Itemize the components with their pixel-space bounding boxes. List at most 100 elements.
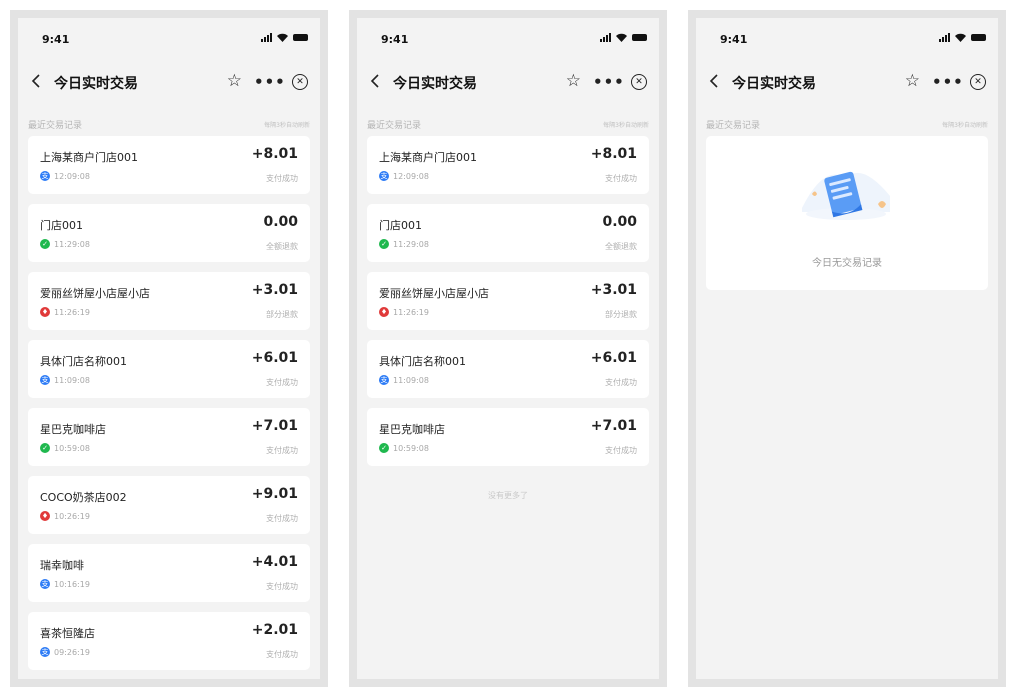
transaction-amount: +9.01 <box>251 486 298 502</box>
transaction-card[interactable]: 星巴克咖啡店 +7.01 ✓ 10:59:08 支付成功 <box>28 408 310 466</box>
transaction-status: 部分退款 <box>605 310 637 319</box>
close-icon[interactable]: ✕ <box>292 74 308 90</box>
merchant-name: 上海某商户门店001 <box>379 151 477 164</box>
transaction-amount: +3.01 <box>251 282 298 298</box>
transaction-amount: +6.01 <box>251 350 298 366</box>
transaction-time: 10:59:08 <box>54 443 90 453</box>
merchant-name: COCO奶茶店002 <box>40 491 127 504</box>
back-icon[interactable] <box>28 72 46 90</box>
transaction-status: 支付成功 <box>266 446 298 455</box>
empty-state-card: 今日无交易记录 <box>706 136 988 290</box>
transaction-card[interactable]: 爱丽丝饼屋小店屋小店 +3.01 ♦ 11:26:19 部分退款 <box>28 272 310 330</box>
alipay-icon: 支 <box>40 171 50 181</box>
section-header: 最近交易记录 每隔3秒自动刷新 <box>18 114 320 136</box>
time-row: ✓ 10:59:08 <box>379 443 429 453</box>
mini-program-capsule: ••• ✕ <box>250 69 312 95</box>
wifi-icon <box>277 33 288 42</box>
transaction-status: 支付成功 <box>266 174 298 183</box>
time-row: ✓ 10:59:08 <box>40 443 90 453</box>
star-icon[interactable]: ☆ <box>566 71 581 91</box>
page-title: 今日实时交易 <box>393 76 477 92</box>
nav-bar: 今日实时交易 ☆ ••• ✕ <box>357 60 659 104</box>
transaction-card[interactable]: COCO奶茶店002 +9.01 ♦ 10:26:19 支付成功 <box>28 476 310 534</box>
transaction-status: 支付成功 <box>266 514 298 523</box>
merchant-name: 上海某商户门店001 <box>40 151 138 164</box>
time-row: ♦ 11:26:19 <box>40 307 90 317</box>
status-time: 9:41 <box>381 33 409 46</box>
transaction-card[interactable]: 喜茶恒隆店 +2.01 支 09:26:19 支付成功 <box>28 612 310 670</box>
transaction-amount: +7.01 <box>251 418 298 434</box>
unionpay-icon: ♦ <box>40 511 50 521</box>
alipay-icon: 支 <box>40 579 50 589</box>
transaction-time: 11:09:08 <box>393 375 429 385</box>
status-bar: 9:41 <box>357 18 659 60</box>
time-row: 支 10:16:19 <box>40 579 90 589</box>
page-title: 今日实时交易 <box>732 76 816 92</box>
merchant-name: 爱丽丝饼屋小店屋小店 <box>379 287 489 300</box>
no-more-text: 没有更多了 <box>488 491 528 500</box>
transaction-status: 支付成功 <box>266 582 298 591</box>
wechat-pay-icon: ✓ <box>379 239 389 249</box>
section-title: 最近交易记录 <box>367 121 422 131</box>
refresh-note: 每隔3秒自动刷新 <box>942 122 988 129</box>
status-icons <box>600 33 647 42</box>
status-icons <box>261 33 308 42</box>
transaction-card[interactable]: 瑞幸咖啡 +4.01 支 10:16:19 支付成功 <box>28 544 310 602</box>
alipay-icon: 支 <box>40 375 50 385</box>
time-row: ♦ 11:26:19 <box>379 307 429 317</box>
phone-screen-short-list: 9:41 今日实时交易 ☆ ••• ✕ 最近交易记录 每隔3秒自动刷新 上海某商… <box>349 10 667 687</box>
transaction-card[interactable]: 门店001 0.00 ✓ 11:29:08 全额退款 <box>28 204 310 262</box>
transaction-time: 11:29:08 <box>54 239 90 249</box>
back-icon[interactable] <box>706 72 724 90</box>
time-row: ✓ 11:29:08 <box>379 239 429 249</box>
time-row: 支 12:09:08 <box>40 171 90 181</box>
transaction-amount: 0.00 <box>263 214 298 230</box>
merchant-name: 星巴克咖啡店 <box>40 423 106 436</box>
empty-state-text: 今日无交易记录 <box>812 258 882 269</box>
phone-screen-full-list: 9:41 今日实时交易 ☆ ••• ✕ 最近交易记录 每隔3秒自动刷新 上海某商… <box>10 10 328 687</box>
transaction-status: 支付成功 <box>605 446 637 455</box>
transaction-time: 12:09:08 <box>393 171 429 181</box>
transaction-time: 11:26:19 <box>54 307 90 317</box>
transaction-card[interactable]: 上海某商户门店001 +8.01 支 12:09:08 支付成功 <box>28 136 310 194</box>
time-row: 支 09:26:19 <box>40 647 90 657</box>
mini-program-capsule: ••• ✕ <box>928 69 990 95</box>
transaction-time: 10:26:19 <box>54 511 90 521</box>
merchant-name: 喜茶恒隆店 <box>40 627 95 640</box>
transaction-status: 支付成功 <box>266 650 298 659</box>
close-icon[interactable]: ✕ <box>631 74 647 90</box>
close-icon[interactable]: ✕ <box>970 74 986 90</box>
transaction-status: 全额退款 <box>266 242 298 251</box>
transaction-amount: +2.01 <box>251 622 298 638</box>
merchant-name: 星巴克咖啡店 <box>379 423 445 436</box>
more-icon[interactable]: ••• <box>593 74 625 90</box>
transaction-card[interactable]: 具体门店名称001 +6.01 支 11:09:08 支付成功 <box>367 340 649 398</box>
status-time: 9:41 <box>720 33 748 46</box>
status-icons <box>939 33 986 42</box>
more-icon[interactable]: ••• <box>932 74 964 90</box>
transaction-card[interactable]: 爱丽丝饼屋小店屋小店 +3.01 ♦ 11:26:19 部分退款 <box>367 272 649 330</box>
transaction-status: 支付成功 <box>605 174 637 183</box>
more-icon[interactable]: ••• <box>254 74 286 90</box>
unionpay-icon: ♦ <box>40 307 50 317</box>
transaction-card[interactable]: 上海某商户门店001 +8.01 支 12:09:08 支付成功 <box>367 136 649 194</box>
transaction-amount: +3.01 <box>590 282 637 298</box>
transaction-status: 全额退款 <box>605 242 637 251</box>
star-icon[interactable]: ☆ <box>905 71 920 91</box>
page-title: 今日实时交易 <box>54 76 138 92</box>
transaction-amount: +8.01 <box>251 146 298 162</box>
back-icon[interactable] <box>367 72 385 90</box>
transaction-card[interactable]: 门店001 0.00 ✓ 11:29:08 全额退款 <box>367 204 649 262</box>
merchant-name: 爱丽丝饼屋小店屋小店 <box>40 287 150 300</box>
transaction-status: 支付成功 <box>605 378 637 387</box>
time-row: ♦ 10:26:19 <box>40 511 90 521</box>
section-header: 最近交易记录 每隔3秒自动刷新 <box>357 114 659 136</box>
merchant-name: 具体门店名称001 <box>379 355 466 368</box>
transaction-card[interactable]: 具体门店名称001 +6.01 支 11:09:08 支付成功 <box>28 340 310 398</box>
alipay-icon: 支 <box>379 375 389 385</box>
star-icon[interactable]: ☆ <box>227 71 242 91</box>
nav-bar: 今日实时交易 ☆ ••• ✕ <box>696 60 998 104</box>
unionpay-icon: ♦ <box>379 307 389 317</box>
transaction-card[interactable]: 星巴克咖啡店 +7.01 ✓ 10:59:08 支付成功 <box>367 408 649 466</box>
transaction-status: 支付成功 <box>266 378 298 387</box>
